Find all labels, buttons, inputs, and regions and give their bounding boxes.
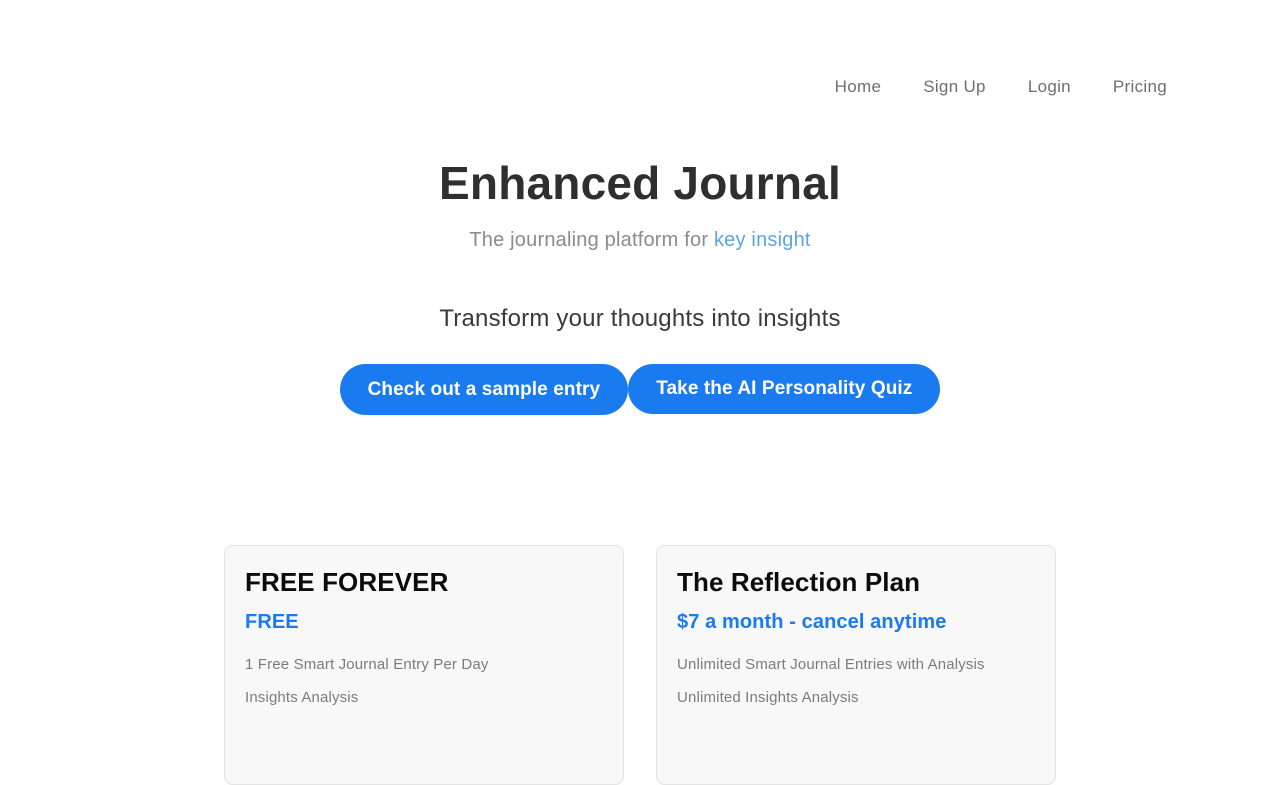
plan-feature-item: Unlimited Insights Analysis (677, 688, 859, 706)
plan-feature-item: Insights Analysis (245, 688, 359, 706)
pricing-card-free[interactable]: FREE FOREVER FREE 1 Free Smart Journal E… (224, 545, 624, 785)
plan-title: FREE FOREVER (245, 567, 449, 597)
top-navigation-bar: Home Sign Up Login Pricing (0, 0, 1280, 140)
hero-tagline: Transform your thoughts into insights (439, 305, 841, 332)
plan-feature-list: Unlimited Smart Journal Entries with Ana… (677, 635, 1035, 723)
hero-section: Enhanced Journal The journaling platform… (0, 140, 1280, 252)
plan-feature-list: 1 Free Smart Journal Entry Per Day Insig… (245, 635, 603, 723)
plan-price: $7 a month - cancel anytime (677, 610, 947, 633)
nav-link-home[interactable]: Home (814, 74, 903, 99)
hero-subtitle: The journaling platform for key insight (0, 210, 1280, 252)
plan-price: FREE (245, 610, 299, 633)
sample-entry-button[interactable]: Check out a sample entry (339, 364, 629, 415)
plan-feature-item: Unlimited Smart Journal Entries with Ana… (677, 655, 985, 673)
hero-subtitle-link[interactable]: key insight (714, 229, 811, 251)
nav-link-pricing[interactable]: Pricing (1092, 74, 1188, 99)
nav-links: Home Sign Up Login Pricing (814, 74, 1188, 99)
nav-link-login[interactable]: Login (1007, 74, 1092, 99)
nav-link-sign-up[interactable]: Sign Up (902, 74, 1007, 99)
pricing-card-list: FREE FOREVER FREE 1 Free Smart Journal E… (224, 545, 1056, 785)
personality-quiz-button[interactable]: Take the AI Personality Quiz (628, 364, 941, 414)
plan-title: The Reflection Plan (677, 567, 921, 597)
hero-subtitle-text: The journaling platform for (469, 228, 714, 251)
cta-button-group: Check out a sample entry Take the AI Per… (0, 364, 1280, 415)
plan-feature-item: 1 Free Smart Journal Entry Per Day (245, 655, 489, 673)
pricing-card-reflection[interactable]: The Reflection Plan $7 a month - cancel … (656, 545, 1056, 785)
page-title: Enhanced Journal (439, 157, 841, 209)
